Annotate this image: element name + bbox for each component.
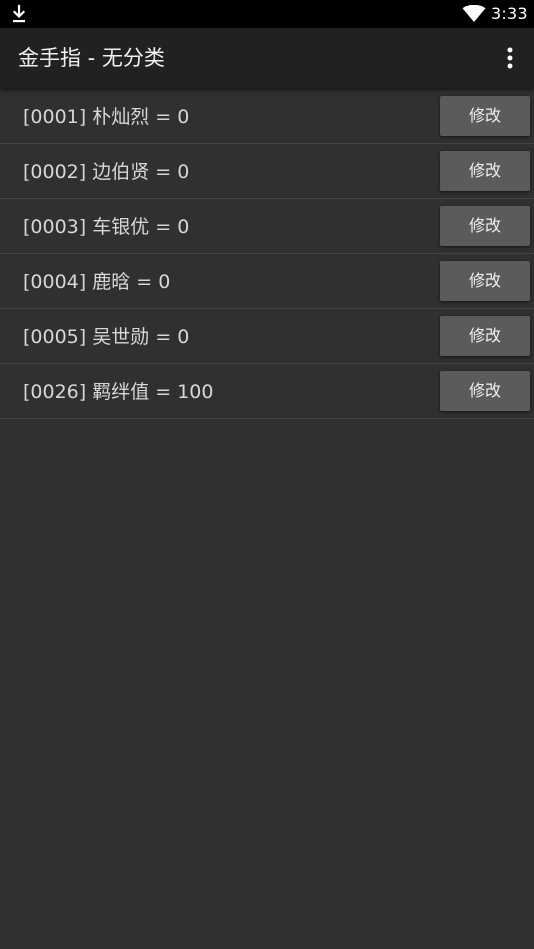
edit-button[interactable]: 修改 [440,316,530,356]
page-title: 金手指 - 无分类 [18,46,165,70]
cheat-list: [0001] 朴灿烈 = 0 修改 [0002] 边伯贤 = 0 修改 [000… [0,89,534,419]
cheat-label: [0002] 边伯贤 = 0 [23,161,190,183]
list-item: [0001] 朴灿烈 = 0 修改 [0,89,534,144]
cheat-label: [0001] 朴灿烈 = 0 [23,106,190,128]
status-clock: 3:33 [491,4,528,23]
list-item: [0004] 鹿晗 = 0 修改 [0,254,534,309]
cheat-label: [0005] 吴世勋 = 0 [23,326,190,348]
cheat-label: [0004] 鹿晗 = 0 [23,271,171,293]
edit-button[interactable]: 修改 [440,151,530,191]
list-item: [0026] 羁绊值 = 100 修改 [0,364,534,419]
download-icon [12,4,26,23]
edit-button[interactable]: 修改 [440,371,530,411]
list-item: [0005] 吴世勋 = 0 修改 [0,309,534,364]
list-item: [0003] 车银优 = 0 修改 [0,199,534,254]
edit-button[interactable]: 修改 [440,206,530,246]
cheat-label: [0003] 车银优 = 0 [23,216,190,238]
edit-button[interactable]: 修改 [440,96,530,136]
list-item: [0002] 边伯贤 = 0 修改 [0,144,534,199]
app-bar: 金手指 - 无分类 [0,28,534,88]
more-vert-icon[interactable] [494,42,526,74]
status-bar: 3:33 [0,0,534,28]
edit-button[interactable]: 修改 [440,261,530,301]
wifi-icon [462,5,486,22]
cheat-label: [0026] 羁绊值 = 100 [23,381,214,403]
